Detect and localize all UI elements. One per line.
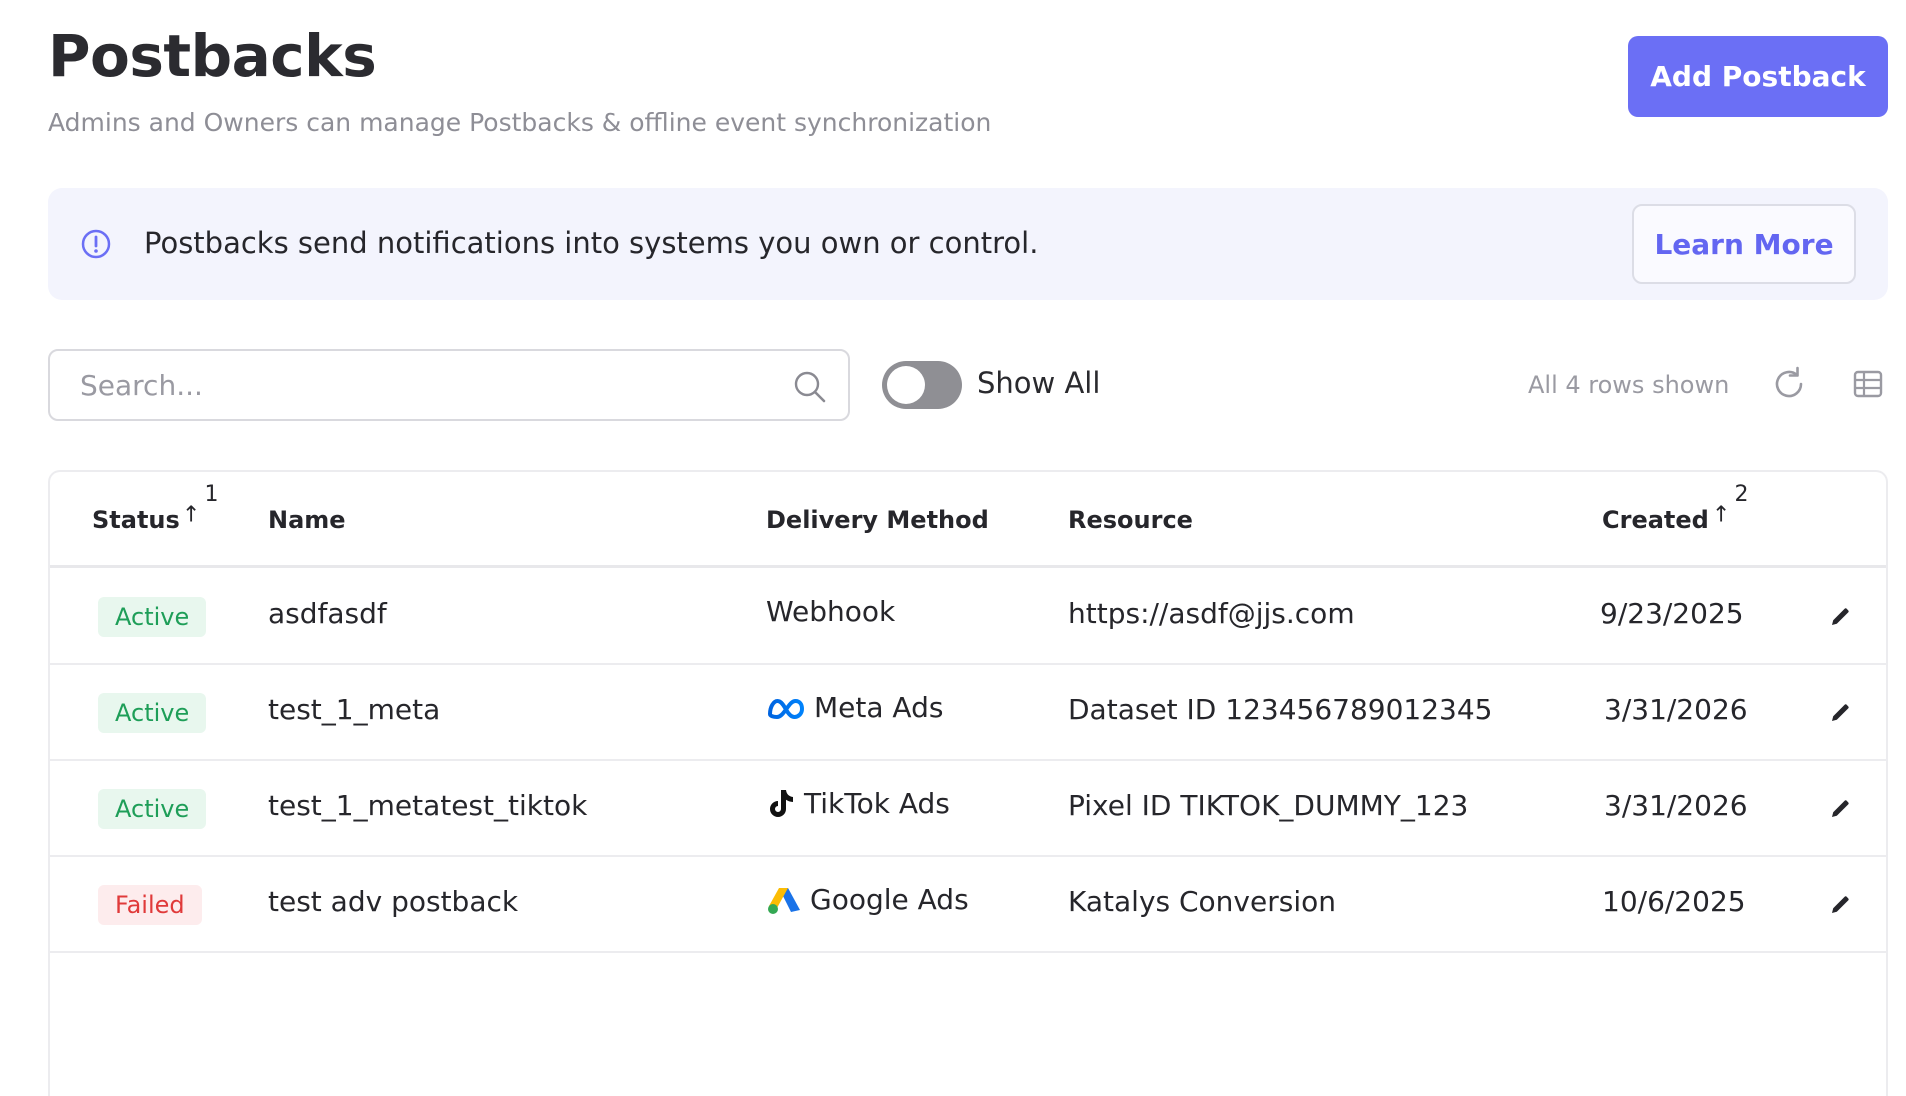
delivery-method-label: Webhook	[766, 595, 896, 628]
delivery-method: TikTok Ads	[766, 787, 950, 820]
meta-icon	[768, 698, 804, 719]
column-header-status[interactable]: Status	[92, 506, 180, 534]
resource: https://asdf@jjs.com	[1068, 597, 1355, 630]
sort-order: 1	[204, 482, 219, 507]
created-date: 9/23/2025	[1600, 597, 1744, 630]
delivery-method-label: Meta Ads	[814, 691, 944, 724]
resource: Pixel ID TIKTOK_DUMMY_123	[1068, 789, 1469, 822]
sort-arrow-icon: ↑	[182, 502, 201, 528]
column-header-resource[interactable]: Resource	[1068, 506, 1193, 534]
delivery-method: Webhook	[766, 595, 895, 628]
status-sort-indicator[interactable]: ↑1	[182, 482, 218, 528]
column-header-delivery-method[interactable]: Delivery Method	[766, 506, 989, 534]
sort-order: 2	[1734, 482, 1749, 507]
show-all-label: Show All	[977, 366, 1101, 400]
table-row[interactable]: Active test_1_metatest_tiktok TikTok Ads…	[50, 761, 1886, 857]
toggle-knob	[887, 366, 925, 404]
postbacks-table: Status ↑1 Name Delivery Method Resource …	[48, 470, 1888, 1096]
page-title: Postbacks	[48, 22, 377, 90]
banner-text: Postbacks send notifications into system…	[144, 226, 1039, 260]
page-subtitle: Admins and Owners can manage Postbacks &…	[48, 108, 992, 137]
status-badge: Active	[98, 789, 207, 829]
sort-arrow-icon: ↑	[1712, 502, 1731, 528]
table-header: Status ↑1 Name Delivery Method Resource …	[50, 472, 1886, 568]
postback-name: test_1_meta	[268, 693, 441, 726]
status-badge: Active	[98, 597, 207, 637]
resource: Katalys Conversion	[1068, 885, 1336, 918]
refresh-icon[interactable]	[1770, 365, 1808, 403]
table-columns-icon[interactable]	[1852, 368, 1884, 400]
resource: Dataset ID 123456789012345	[1068, 693, 1493, 726]
edit-pencil-icon[interactable]	[1828, 797, 1852, 821]
created-date: 3/31/2026	[1604, 789, 1748, 822]
postback-name: test adv postback	[268, 885, 519, 918]
tiktok-icon	[770, 789, 793, 817]
add-postback-button[interactable]: Add Postback	[1628, 36, 1888, 117]
show-all-toggle[interactable]	[882, 361, 962, 409]
learn-more-button[interactable]: Learn More	[1632, 204, 1856, 284]
status-badge: Failed	[98, 885, 202, 925]
table-row[interactable]: Active test_1_meta Meta Ads Dataset ID 1…	[50, 665, 1886, 761]
postback-name: asdfasdf	[268, 597, 387, 630]
delivery-method-label: Google Ads	[810, 883, 969, 916]
delivery-method: Meta Ads	[766, 691, 943, 724]
search-box	[48, 349, 850, 421]
postback-name: test_1_metatest_tiktok	[268, 789, 588, 822]
edit-pencil-icon[interactable]	[1828, 605, 1852, 629]
delivery-method-label: TikTok Ads	[804, 787, 950, 820]
table-row[interactable]: Active asdfasdf Webhook https://asdf@jjs…	[50, 569, 1886, 665]
info-banner: Postbacks send notifications into system…	[48, 188, 1888, 300]
search-icon[interactable]	[792, 369, 828, 405]
google-ads-icon	[768, 887, 800, 914]
delivery-method: Google Ads	[766, 883, 969, 916]
edit-pencil-icon[interactable]	[1828, 893, 1852, 917]
created-date: 10/6/2025	[1602, 885, 1746, 918]
column-header-created[interactable]: Created	[1602, 506, 1709, 534]
edit-pencil-icon[interactable]	[1828, 701, 1852, 725]
status-badge: Active	[98, 693, 207, 733]
rows-count-text: All 4 rows shown	[1528, 371, 1730, 399]
search-input[interactable]	[80, 365, 760, 405]
created-sort-indicator[interactable]: ↑2	[1712, 482, 1748, 528]
info-circle-icon	[81, 229, 111, 259]
created-date: 3/31/2026	[1604, 693, 1748, 726]
column-header-name[interactable]: Name	[268, 506, 346, 534]
table-row[interactable]: Failed test adv postback Google Ads Kata…	[50, 857, 1886, 953]
